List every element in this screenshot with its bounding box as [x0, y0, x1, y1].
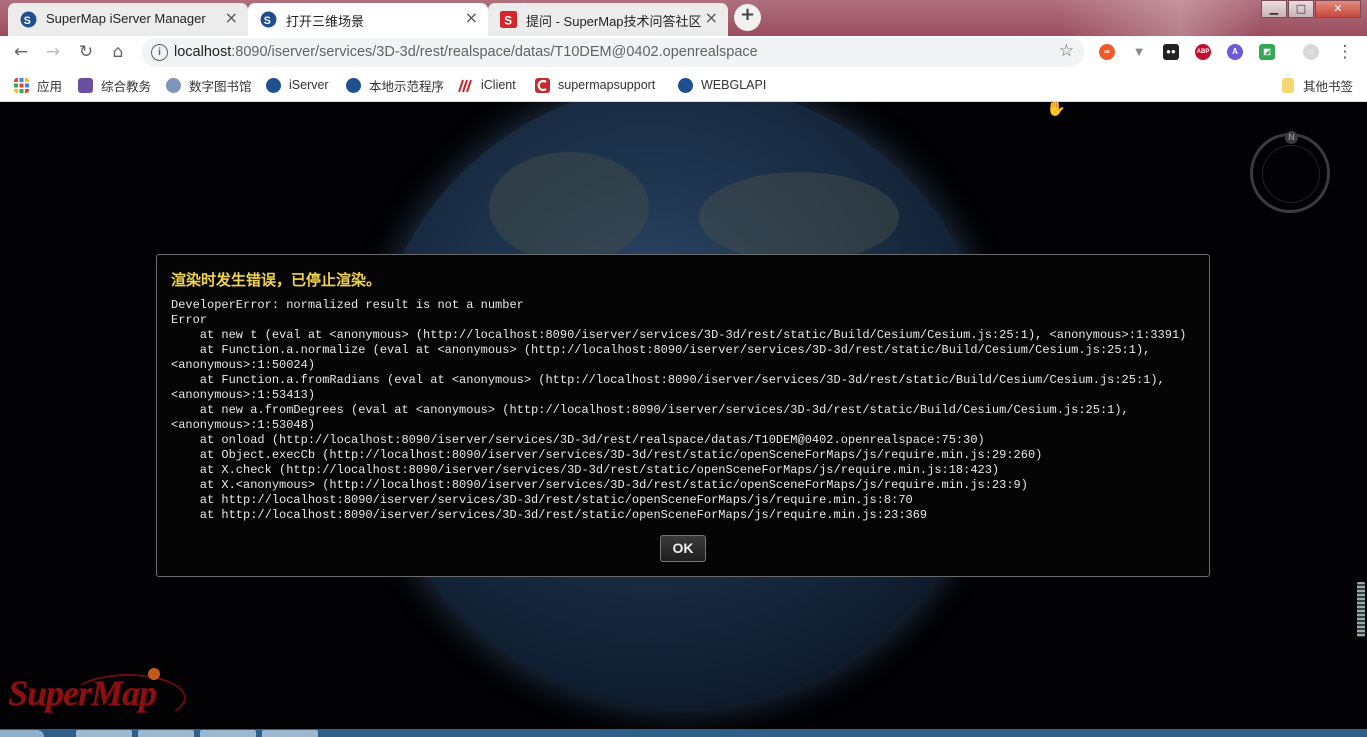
bookmark-label: 综合教务	[101, 79, 152, 94]
bookmark-label: iServer	[289, 78, 329, 92]
bookmark-apps[interactable]: 应用	[14, 77, 63, 94]
supermap-favicon-icon: S	[260, 11, 277, 28]
address-url[interactable]: localhost:8090/iserver/services/3D-3d/re…	[174, 44, 758, 60]
svg-text:S: S	[24, 15, 31, 27]
bookmark-label: supermapsupport	[558, 78, 656, 92]
bookmark-star-icon[interactable]: ☆	[1059, 41, 1074, 61]
tab-close-icon[interactable]: ×	[465, 8, 478, 27]
adblock-plus-icon[interactable]: ABP	[1195, 44, 1211, 60]
window-background	[1060, 0, 1260, 36]
bookmark-label: 应用	[37, 79, 63, 94]
profile-avatar-icon[interactable]: ☼	[1303, 44, 1319, 60]
maximize-button[interactable]: □	[1288, 0, 1314, 18]
tab-title: 打开三维场景	[286, 14, 365, 29]
address-host: localhost	[174, 44, 232, 60]
supermap-favicon-icon	[346, 77, 361, 93]
supermap-favicon-icon	[266, 77, 281, 93]
error-stack-trace: DeveloperError: normalized result is not…	[171, 298, 1187, 522]
navigation-compass[interactable]: N	[1250, 131, 1330, 213]
render-error-dialog: 渲染时发生错误，已停止渲染。 DeveloperError: normalize…	[156, 254, 1210, 577]
taskbar-app-button[interactable]	[200, 730, 256, 737]
bookmark-supermapsupport[interactable]: supermapsupport	[535, 77, 655, 93]
bookmark-other-folder[interactable]: 其他书签	[1282, 77, 1354, 94]
window-controls: ▁ □ ✕	[1260, 0, 1361, 18]
minimize-button[interactable]: ▁	[1261, 0, 1287, 18]
apps-grid-icon	[14, 77, 29, 93]
bookmark-label: WEBGLAPI	[701, 78, 767, 92]
tab-supermap-qa[interactable]: S 提问 - SuperMap技术问答社区 ×	[488, 3, 728, 36]
browser-toolbar: ← → ↻ ⌂ i localhost:8090/iserver/service…	[0, 36, 1367, 69]
tab-title: 提问 - SuperMap技术问答社区	[526, 14, 702, 29]
taskbar-app-button[interactable]	[262, 730, 318, 737]
taskbar-app-button[interactable]	[138, 730, 194, 737]
iclient-favicon-icon	[458, 79, 472, 92]
color-extension-icon[interactable]: ◩	[1259, 44, 1275, 60]
ok-button[interactable]: OK	[660, 535, 706, 562]
tampermonkey-icon[interactable]: ●●	[1163, 44, 1179, 60]
bookmarks-bar: 应用 综合教务 数字图书馆 iServer 本地示范程序 iClient sup…	[0, 69, 1367, 102]
bookmark-label: 本地示范程序	[369, 79, 445, 94]
tab-close-icon[interactable]: ×	[705, 8, 718, 27]
tab-open-3d-scene[interactable]: S 打开三维场景 ×	[248, 3, 488, 36]
supermap-qa-favicon-icon: S	[500, 11, 517, 28]
bookmark-iclient[interactable]: iClient	[458, 77, 516, 93]
hand-cursor-icon: ✋	[1046, 102, 1066, 117]
new-tab-button[interactable]: +	[734, 4, 761, 31]
error-dialog-title: 渲染时发生错误，已停止渲染。	[171, 271, 382, 289]
home-button[interactable]: ⌂	[106, 40, 130, 64]
academic-affairs-favicon-icon	[78, 77, 93, 93]
digital-library-favicon-icon	[166, 77, 181, 93]
globe-landmass	[489, 152, 649, 262]
folder-icon	[1282, 77, 1294, 93]
windows-taskbar	[0, 729, 1367, 737]
address-bar[interactable]: i localhost:8090/iserver/services/3D-3d/…	[142, 38, 1084, 67]
back-button[interactable]: ←	[9, 40, 33, 64]
bookmark-label: 其他书签	[1303, 79, 1354, 94]
svg-text:S: S	[504, 14, 512, 27]
site-info-icon[interactable]: i	[151, 44, 168, 61]
start-button[interactable]	[0, 730, 44, 737]
a-extension-icon[interactable]: A	[1227, 44, 1243, 60]
compass-ring[interactable]	[1262, 145, 1320, 203]
svg-text:S: S	[264, 15, 271, 27]
bookmark-digital-library[interactable]: 数字图书馆	[166, 77, 252, 94]
vue-devtools-icon[interactable]: ▼	[1131, 44, 1147, 60]
tab-title: SuperMap iServer Manager	[46, 11, 206, 26]
taskbar-app-button[interactable]	[76, 730, 132, 737]
bookmark-iserver[interactable]: iServer	[266, 77, 329, 93]
supermap-logo: SuperMap	[8, 673, 157, 713]
tab-iserver-manager[interactable]: S SuperMap iServer Manager ×	[8, 3, 248, 36]
bookmark-label: iClient	[481, 78, 516, 92]
bookmark-local-demo[interactable]: 本地示范程序	[346, 77, 445, 94]
close-window-button[interactable]: ✕	[1315, 0, 1361, 18]
infinity-extension-icon[interactable]: ∞	[1099, 44, 1115, 60]
supermapsupport-favicon-icon	[535, 77, 550, 93]
tab-strip: S SuperMap iServer Manager × S 打开三维场景 × …	[0, 0, 1367, 36]
tab-close-icon[interactable]: ×	[225, 8, 238, 27]
bookmark-label: 数字图书馆	[189, 79, 252, 94]
scrollbar-handle[interactable]	[1357, 582, 1365, 637]
forward-button[interactable]: →	[41, 40, 65, 64]
browser-menu-icon[interactable]: ⋮	[1333, 40, 1357, 64]
address-path: :8090/iserver/services/3D-3d/rest/realsp…	[231, 44, 758, 60]
globe-landmass	[699, 172, 899, 262]
bookmark-webglapi[interactable]: WEBGLAPI	[678, 77, 766, 93]
supermap-favicon-icon: S	[20, 11, 37, 28]
bookmark-academic-affairs[interactable]: 综合教务	[78, 77, 152, 94]
supermap-favicon-icon	[678, 77, 693, 93]
compass-north-label: N	[1285, 131, 1298, 144]
reload-button[interactable]: ↻	[74, 40, 98, 64]
